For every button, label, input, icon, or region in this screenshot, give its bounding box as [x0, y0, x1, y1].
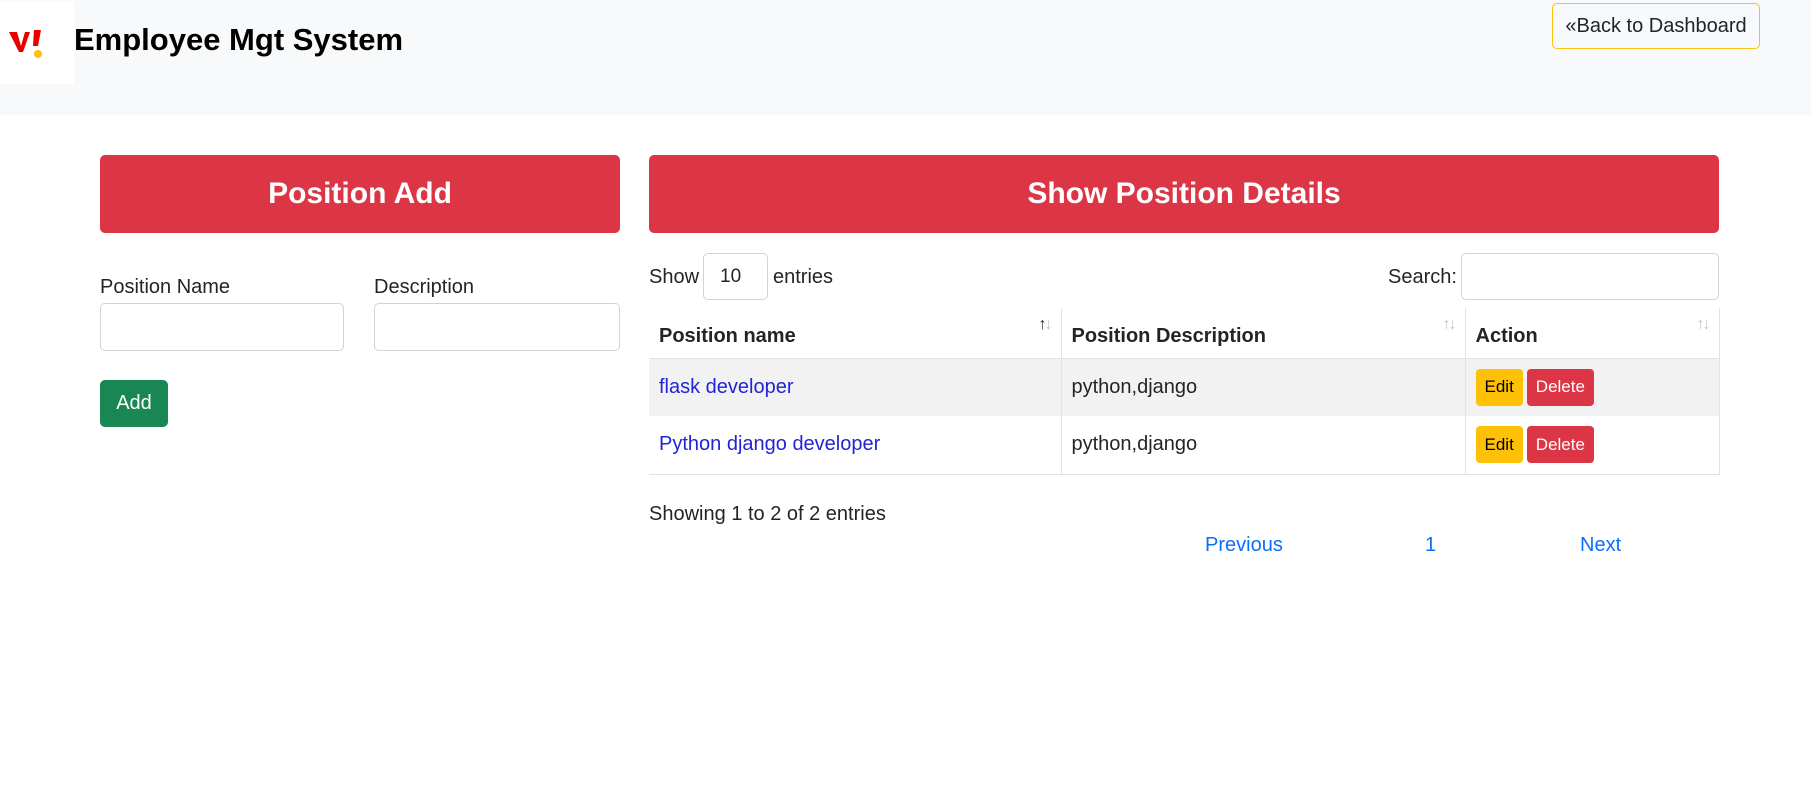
position-name-label: Position Name	[100, 276, 231, 298]
delete-button[interactable]: Delete	[1526, 368, 1594, 406]
column-header-label: Position Description	[1071, 325, 1266, 348]
position-name-cell: flask developer	[649, 358, 1061, 416]
position-description-cell: python,django	[1060, 416, 1465, 475]
position-add-header: Position Add	[100, 155, 620, 233]
description-label: Description	[374, 276, 475, 298]
brand-title[interactable]: Employee Mgt System	[74, 20, 403, 60]
delete-button[interactable]: Delete	[1526, 426, 1594, 464]
page-length-select[interactable]: 10	[703, 253, 768, 300]
edit-button[interactable]: Edit	[1475, 368, 1523, 406]
navbar: Employee Mgt System «Back to Dashboard	[0, 0, 1811, 115]
table-header-row: Position name ↑↓ Position Description ↑↓…	[649, 308, 1720, 359]
position-name-input[interactable]	[100, 303, 344, 351]
sort-icon: ↑↓	[1696, 316, 1711, 333]
search-input[interactable]	[1461, 253, 1719, 300]
sort-asc-icon: ↑↓	[1038, 316, 1053, 333]
sort-icon: ↑↓	[1442, 316, 1457, 333]
vi-logo-icon	[9, 30, 42, 58]
column-header-position-description[interactable]: Position Description ↑↓	[1060, 308, 1465, 359]
add-button[interactable]: Add	[100, 380, 168, 427]
entries-label: entries	[773, 266, 834, 288]
column-header-position-name[interactable]: Position name ↑↓	[649, 308, 1061, 359]
pagination-next[interactable]: Next	[1580, 534, 1621, 557]
column-header-action[interactable]: Action ↑↓	[1464, 308, 1720, 359]
column-header-label: Position name	[659, 325, 796, 348]
action-cell: Edit Delete	[1464, 358, 1720, 416]
vi-logo[interactable]	[0, 2, 74, 84]
pagination-previous[interactable]: Previous	[1205, 534, 1283, 557]
action-cell: Edit Delete	[1464, 416, 1720, 475]
show-label: Show	[649, 266, 700, 288]
back-to-dashboard-button[interactable]: «Back to Dashboard	[1552, 3, 1760, 49]
positions-table: Position name ↑↓ Position Description ↑↓…	[649, 308, 1720, 475]
search-label: Search:	[1388, 266, 1457, 288]
description-input[interactable]	[374, 303, 620, 351]
table-row: flask developer python,django Edit Delete	[649, 358, 1720, 416]
position-description-cell: python,django	[1060, 358, 1465, 416]
position-name-link[interactable]: Python django developer	[659, 433, 880, 455]
pagination-page-1[interactable]: 1	[1425, 534, 1436, 557]
table-info: Showing 1 to 2 of 2 entries	[649, 503, 886, 525]
position-name-cell: Python django developer	[649, 416, 1061, 475]
edit-button[interactable]: Edit	[1475, 426, 1523, 464]
table-row: Python django developer python,django Ed…	[649, 416, 1720, 475]
position-details-header: Show Position Details	[649, 155, 1719, 233]
column-header-label: Action	[1475, 325, 1538, 348]
page-length-value: 10	[720, 265, 742, 287]
position-name-link[interactable]: flask developer	[659, 376, 794, 398]
